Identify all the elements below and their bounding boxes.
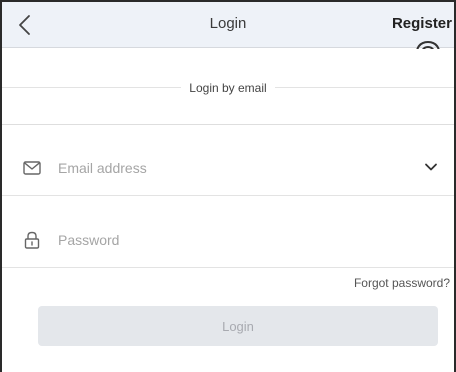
email-row — [2, 140, 454, 196]
page-title: Login — [209, 15, 247, 32]
envelope-icon — [22, 158, 42, 178]
login-method-label: Login by email — [181, 81, 275, 95]
login-button[interactable]: Login — [38, 306, 438, 346]
password-row — [2, 212, 454, 268]
login-screen: Login Register Login by email Email addr… — [0, 0, 456, 372]
email-input[interactable] — [58, 159, 418, 176]
divider — [2, 124, 454, 125]
register-button[interactable]: Register — [392, 15, 452, 32]
forgot-password-link[interactable]: Forgot password? — [354, 276, 450, 290]
lock-icon — [22, 230, 42, 250]
chevron-down-icon[interactable] — [424, 160, 438, 174]
login-method-section: Login by email — [2, 49, 454, 125]
top-nav-bar: Login Register — [2, 2, 454, 48]
password-input[interactable] — [58, 231, 418, 248]
